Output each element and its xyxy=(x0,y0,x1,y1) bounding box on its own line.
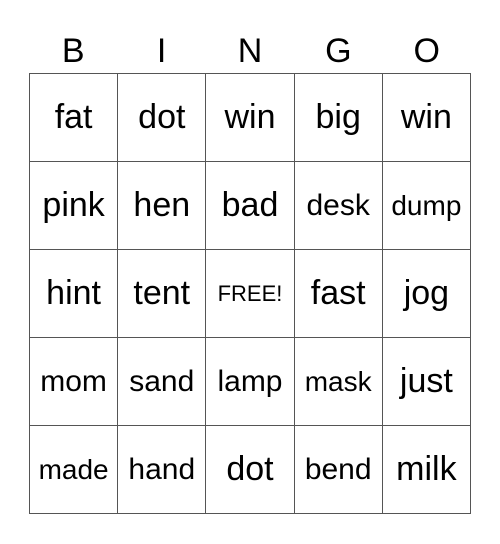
bingo-cell[interactable]: milk xyxy=(382,426,471,514)
bingo-cell[interactable]: sand xyxy=(118,338,207,426)
bingo-cell[interactable]: lamp xyxy=(206,338,295,426)
bingo-cell[interactable]: jog xyxy=(382,250,471,338)
bingo-cell[interactable]: made xyxy=(30,426,119,514)
bingo-header: B I N G O xyxy=(29,28,471,74)
header-letter-o: O xyxy=(413,32,440,70)
header-letter-n: N xyxy=(237,32,263,70)
bingo-cell[interactable]: bad xyxy=(206,162,295,250)
bingo-card-grid: fat dot win big win pink hen bad desk du… xyxy=(29,73,471,514)
header-letter-i: I xyxy=(156,32,167,70)
bingo-cell[interactable]: bend xyxy=(294,426,383,514)
bingo-cell[interactable]: hand xyxy=(118,426,207,514)
bingo-cell[interactable]: big xyxy=(294,74,383,162)
header-letter-b: B xyxy=(61,32,85,70)
bingo-cell[interactable]: pink xyxy=(30,162,119,250)
bingo-cell[interactable]: desk xyxy=(294,162,383,250)
header-letter-g: G xyxy=(325,32,352,70)
bingo-cell[interactable]: hen xyxy=(118,162,207,250)
bingo-cell[interactable]: dot xyxy=(118,74,207,162)
bingo-cell[interactable]: hint xyxy=(30,250,119,338)
bingo-cell[interactable]: dot xyxy=(206,426,295,514)
bingo-cell[interactable]: fat xyxy=(30,74,119,162)
bingo-cell[interactable]: fast xyxy=(294,250,383,338)
bingo-cell[interactable]: win xyxy=(206,74,295,162)
bingo-cell[interactable]: win xyxy=(382,74,471,162)
bingo-cell[interactable]: mask xyxy=(294,338,383,426)
bingo-cell[interactable]: just xyxy=(382,338,471,426)
bingo-cell[interactable]: mom xyxy=(30,338,119,426)
bingo-cell[interactable]: dump xyxy=(382,162,471,250)
free-space-cell[interactable]: FREE! xyxy=(206,250,295,338)
bingo-cell[interactable]: tent xyxy=(118,250,207,338)
